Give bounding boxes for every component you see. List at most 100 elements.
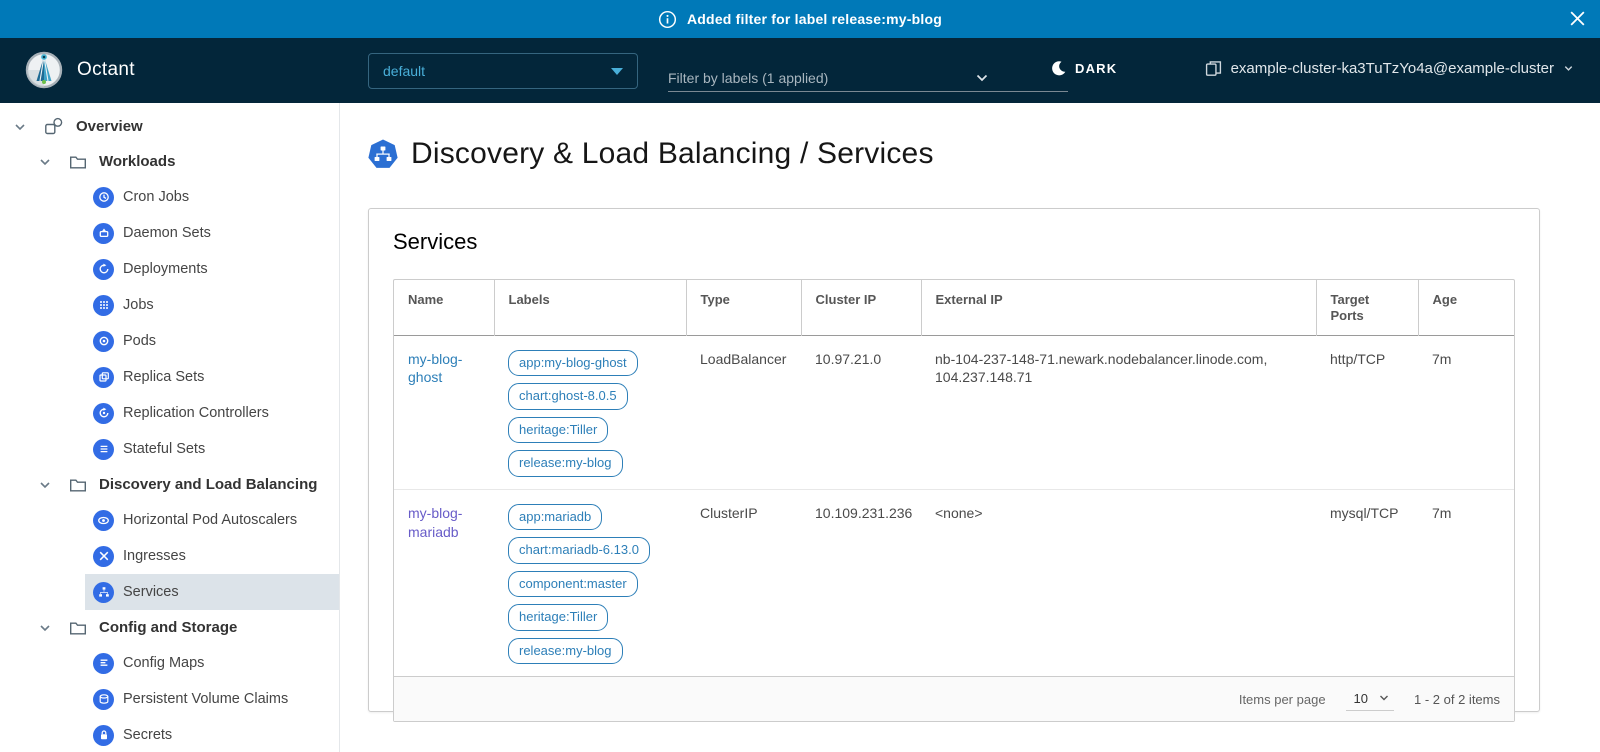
theme-toggle[interactable]: DARK xyxy=(1050,60,1117,77)
chevron-down-icon[interactable] xyxy=(38,621,52,635)
items-per-page-label: Items per page xyxy=(1239,692,1326,707)
page-size-select[interactable]: 10 xyxy=(1346,688,1394,711)
datagrid-footer: Items per page 10 1 - 2 of 2 items xyxy=(394,676,1514,721)
deployments-icon xyxy=(93,259,114,280)
table-row: my-blog-ghost app:my-blog-ghost chart:gh… xyxy=(394,335,1514,489)
sidebar-group-workloads[interactable]: Workloads xyxy=(0,144,339,179)
namespace-select[interactable]: default xyxy=(368,53,638,89)
column-header-type[interactable]: Type xyxy=(686,280,801,335)
octant-logo-icon xyxy=(24,50,64,90)
page-title: Discovery & Load Balancing / Services xyxy=(411,137,934,171)
sidebar-group-discovery-and-load-balancing[interactable]: Discovery and Load Balancing xyxy=(0,467,339,502)
sidebar-item-config-maps[interactable]: Config Maps xyxy=(85,645,339,681)
brand: Octant xyxy=(24,50,135,90)
sidebar-item-overview[interactable]: Overview xyxy=(0,109,339,144)
cell-external-ip: nb-104-237-148-71.newark.nodebalancer.li… xyxy=(921,335,1316,489)
label-pill[interactable]: app:my-blog-ghost xyxy=(508,350,638,377)
sidebar: Overview Workloads Cron Jobs Daemon Sets… xyxy=(0,103,340,752)
services-card: Services Name Labels Type Cluster IP Ext… xyxy=(368,208,1540,712)
chevron-down-icon[interactable] xyxy=(38,478,52,492)
ingresses-icon xyxy=(93,546,114,567)
label-pill[interactable]: release:my-blog xyxy=(508,450,623,477)
page-title-row: Discovery & Load Balancing / Services xyxy=(368,137,934,171)
column-header-target-ports[interactable]: Target Ports xyxy=(1316,280,1418,335)
cell-external-ip: <none> xyxy=(921,489,1316,676)
cell-type: LoadBalancer xyxy=(686,335,801,489)
column-header-age[interactable]: Age xyxy=(1418,280,1514,335)
sidebar-item-secrets[interactable]: Secrets xyxy=(85,717,339,752)
table-header-row: Name Labels Type Cluster IP External IP … xyxy=(394,280,1514,335)
service-name-link[interactable]: my-blog-mariadb xyxy=(408,505,462,540)
persistent-volume-claims-icon xyxy=(93,689,114,710)
chevron-down-icon xyxy=(974,70,990,86)
cell-target-ports: http/TCP xyxy=(1316,335,1418,489)
cluster-context-select[interactable]: example-cluster-ka3TuTzYo4a@example-clus… xyxy=(1205,60,1574,77)
sidebar-item-cron-jobs[interactable]: Cron Jobs xyxy=(85,179,339,215)
cell-cluster-ip: 10.97.21.0 xyxy=(801,335,921,489)
table-row: my-blog-mariadb app:mariadb chart:mariad… xyxy=(394,489,1514,676)
app-title: Octant xyxy=(77,59,135,81)
cell-age: 7m xyxy=(1418,335,1514,489)
sidebar-item-replica-sets[interactable]: Replica Sets xyxy=(85,359,339,395)
folder-icon xyxy=(69,154,87,170)
sidebar-item-ingresses[interactable]: Ingresses xyxy=(85,538,339,574)
label-pill[interactable]: heritage:Tiller xyxy=(508,604,608,631)
chevron-down-icon[interactable] xyxy=(38,155,52,169)
cell-cluster-ip: 10.109.231.236 xyxy=(801,489,921,676)
services-icon xyxy=(93,582,114,603)
sidebar-item-jobs[interactable]: Jobs xyxy=(85,287,339,323)
label-filter-select[interactable]: Filter by labels (1 applied) xyxy=(668,64,1068,92)
close-icon[interactable] xyxy=(1568,9,1587,31)
label-pill[interactable]: app:mariadb xyxy=(508,504,602,531)
stateful-sets-icon xyxy=(93,439,114,460)
label-pill[interactable]: chart:ghost-8.0.5 xyxy=(508,383,628,410)
column-header-cluster-ip[interactable]: Cluster IP xyxy=(801,280,921,335)
cron-jobs-icon xyxy=(93,187,114,208)
notification-message: Added filter for label release:my-blog xyxy=(687,11,942,27)
chevron-down-icon xyxy=(1378,692,1390,704)
notification-bar: Added filter for label release:my-blog xyxy=(0,0,1600,38)
chevron-down-icon[interactable] xyxy=(13,120,27,134)
column-header-labels[interactable]: Labels xyxy=(494,280,686,335)
cell-type: ClusterIP xyxy=(686,489,801,676)
replication-controllers-icon xyxy=(93,403,114,424)
cell-target-ports: mysql/TCP xyxy=(1316,489,1418,676)
sidebar-item-deployments[interactable]: Deployments xyxy=(85,251,339,287)
cluster-icon xyxy=(1205,60,1222,77)
label-pills: app:my-blog-ghost chart:ghost-8.0.5 heri… xyxy=(508,350,674,477)
main-content: Discovery & Load Balancing / Services Se… xyxy=(341,103,1600,752)
theme-label: DARK xyxy=(1075,61,1117,76)
sidebar-item-pods[interactable]: Pods xyxy=(85,323,339,359)
label-pill[interactable]: chart:mariadb-6.13.0 xyxy=(508,537,650,564)
label-filter-text: Filter by labels (1 applied) xyxy=(668,70,974,86)
card-title: Services xyxy=(393,229,1515,255)
service-name-link[interactable]: my-blog-ghost xyxy=(408,351,462,386)
services-heptagon-icon xyxy=(368,139,398,169)
sidebar-item-persistent-volume-claims[interactable]: Persistent Volume Claims xyxy=(85,681,339,717)
sidebar-item-daemon-sets[interactable]: Daemon Sets xyxy=(85,215,339,251)
services-table: Name Labels Type Cluster IP External IP … xyxy=(394,280,1514,676)
sidebar-item-services[interactable]: Services xyxy=(85,574,339,610)
cluster-context-value: example-cluster-ka3TuTzYo4a@example-clus… xyxy=(1231,60,1554,77)
objects-icon xyxy=(44,117,64,136)
folder-icon xyxy=(69,477,87,493)
label-pill[interactable]: release:my-blog xyxy=(508,638,623,665)
cell-age: 7m xyxy=(1418,489,1514,676)
label-pill[interactable]: component:master xyxy=(508,571,638,598)
sidebar-group-config-and-storage[interactable]: Config and Storage xyxy=(0,610,339,645)
sidebar-item-stateful-sets[interactable]: Stateful Sets xyxy=(85,431,339,467)
sidebar-item-horizontal-pod-autoscalers[interactable]: Horizontal Pod Autoscalers xyxy=(85,502,339,538)
column-header-external-ip[interactable]: External IP xyxy=(921,280,1316,335)
info-icon xyxy=(658,10,677,29)
label-pill[interactable]: heritage:Tiller xyxy=(508,417,608,444)
horizontal-pod-autoscalers-icon xyxy=(93,510,114,531)
column-header-name[interactable]: Name xyxy=(394,280,494,335)
daemon-sets-icon xyxy=(93,223,114,244)
chevron-down-icon xyxy=(1563,63,1574,74)
secrets-icon xyxy=(93,725,114,746)
app-header: Octant default Filter by labels (1 appli… xyxy=(0,38,1600,103)
chevron-down-icon xyxy=(611,68,623,75)
pagination-range: 1 - 2 of 2 items xyxy=(1414,692,1500,707)
sidebar-item-replication-controllers[interactable]: Replication Controllers xyxy=(85,395,339,431)
page-size-value: 10 xyxy=(1354,691,1368,706)
